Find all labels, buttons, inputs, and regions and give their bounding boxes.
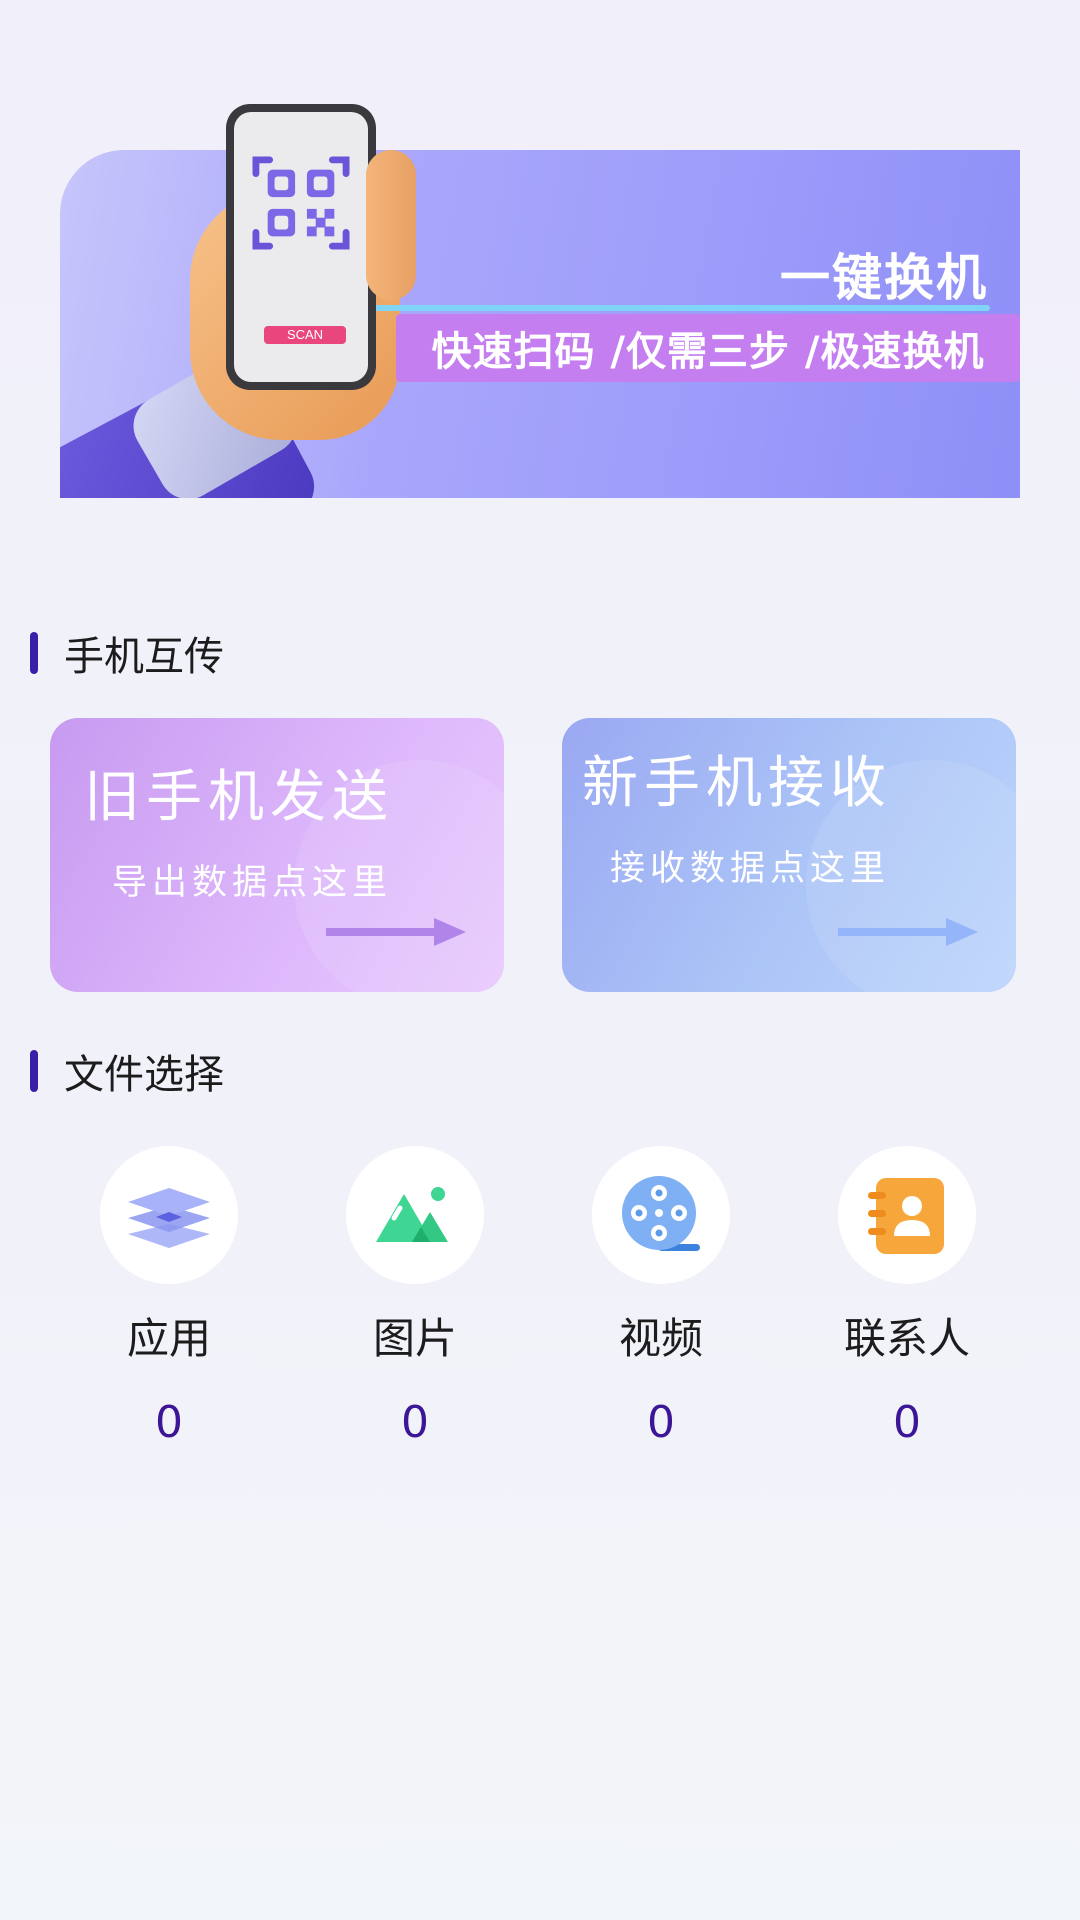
file-item-label: 联系人 [843,1314,970,1363]
receive-card[interactable]: 新手机接收 接收数据点这里 [562,718,1016,992]
section-title: 手机互传 [64,634,224,680]
banner-subtitle: 快速扫码 /仅需三步 /极速换机 [396,314,1020,382]
receive-card-title: 新手机接收 [582,751,892,816]
file-item-pictures[interactable]: 图片 0 [335,1146,495,1450]
contact-book-icon [838,1146,976,1284]
scan-label: SCAN [264,326,346,344]
layers-icon [100,1146,238,1284]
file-item-count: 0 [647,1397,675,1448]
picture-icon [346,1146,484,1284]
file-item-label: 应用 [126,1314,211,1363]
file-item-apps[interactable]: 应用 0 [89,1146,249,1450]
file-item-label: 图片 [372,1314,457,1363]
phone-illustration: SCAN [226,104,376,390]
receive-card-subtitle: 接收数据点这里 [610,849,891,889]
arrow-right-icon [326,916,466,948]
section-title: 文件选择 [64,1052,224,1098]
send-card[interactable]: 旧手机发送 导出数据点这里 [50,718,504,992]
transfer-section-header: 手机互传 [30,624,224,682]
file-item-count: 0 [155,1397,183,1448]
promo-banner[interactable]: 一键换机 快速扫码 /仅需三步 /极速换机 [60,150,1020,498]
banner-title: 一键换机 [780,249,988,307]
thumb-illustration [366,150,416,300]
file-item-contacts[interactable]: 联系人 0 [827,1146,987,1450]
arrow-right-icon [838,916,978,948]
file-item-count: 0 [893,1397,921,1448]
video-reel-icon [592,1146,730,1284]
qr-code-icon [252,154,350,252]
file-section-header: 文件选择 [30,1042,224,1100]
file-item-videos[interactable]: 视频 0 [581,1146,741,1450]
section-accent-bar [30,632,38,674]
file-item-label: 视频 [618,1314,703,1363]
file-item-count: 0 [401,1397,429,1448]
section-accent-bar [30,1050,38,1092]
send-card-subtitle: 导出数据点这里 [112,863,393,903]
send-card-title: 旧手机发送 [84,765,394,830]
